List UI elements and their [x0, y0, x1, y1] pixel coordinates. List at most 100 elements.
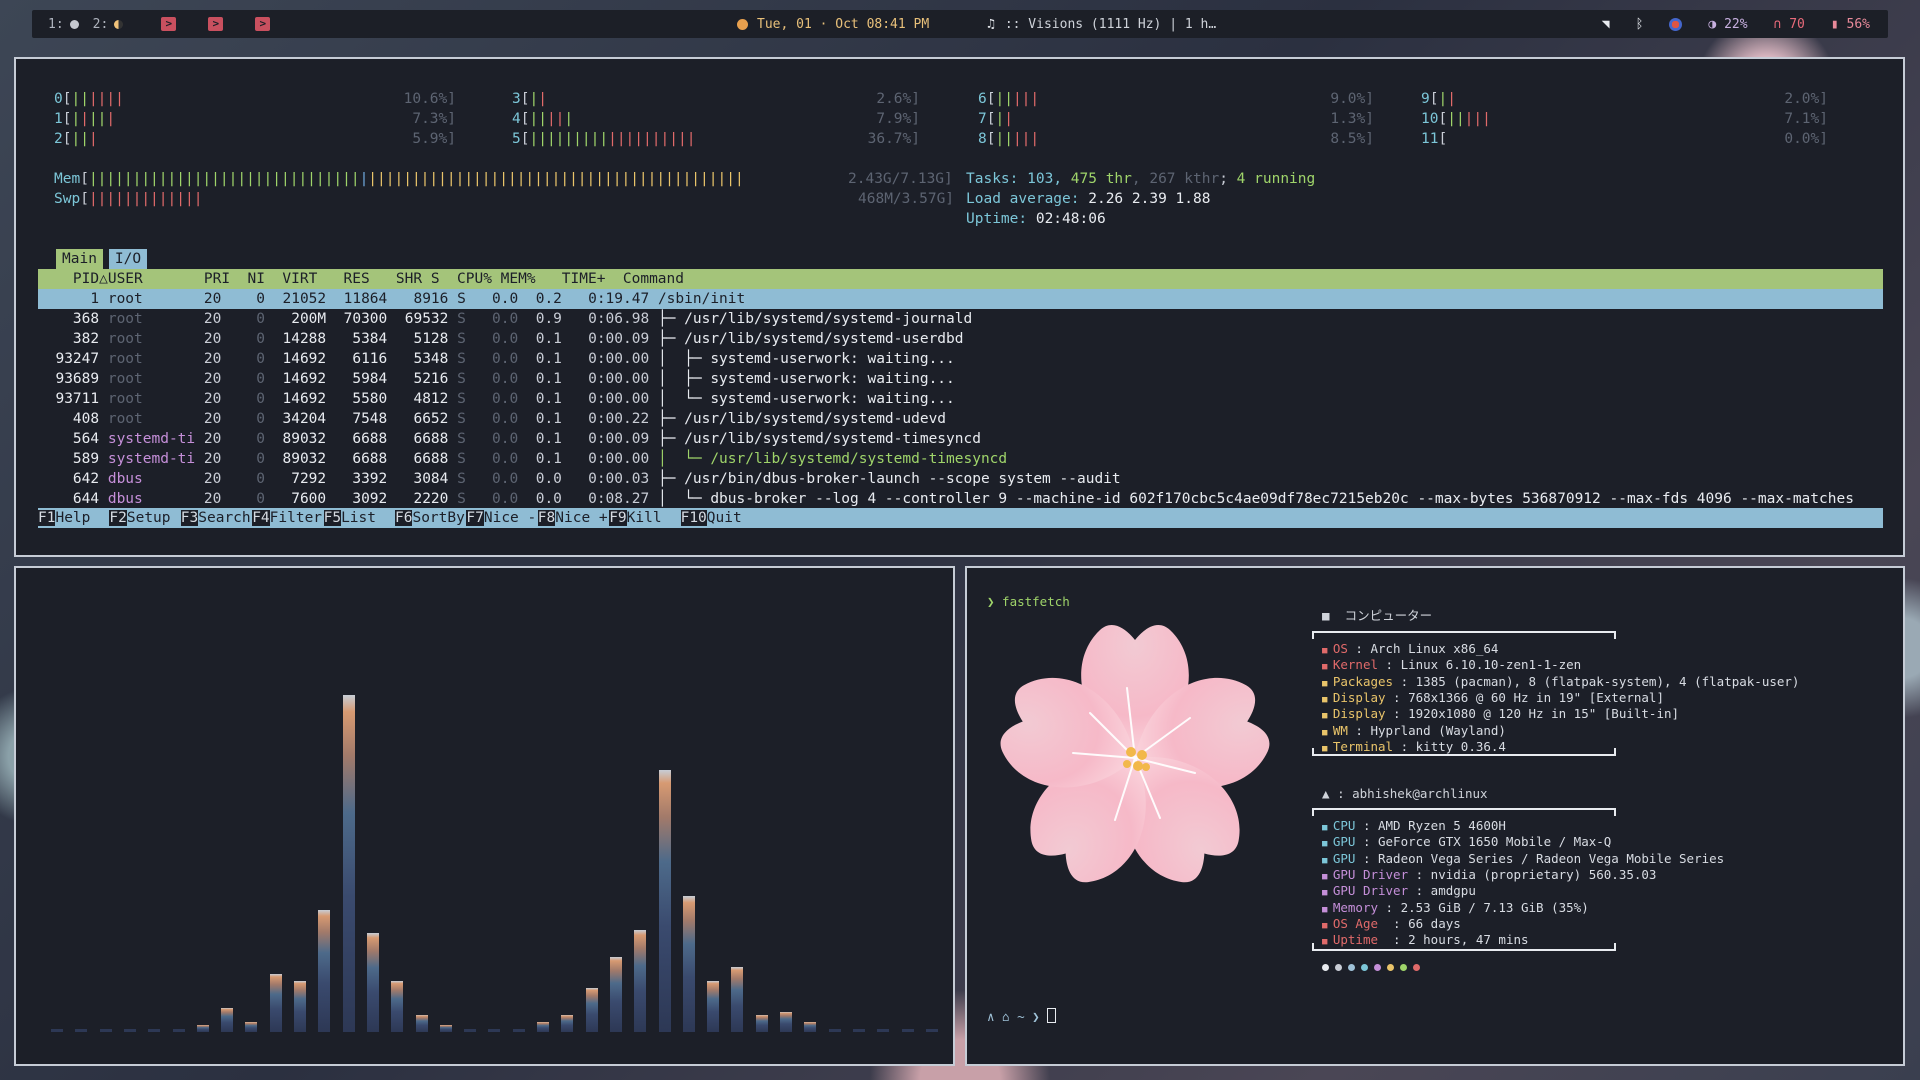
shell-prompt[interactable]: ∧ ⌂ ~ ❯	[987, 1008, 1057, 1024]
spectrum-bar	[269, 974, 282, 1032]
cell-res: 5580	[334, 391, 388, 407]
fkey-label: F9	[609, 510, 627, 526]
terminal-icon[interactable]: >	[208, 17, 224, 31]
top-bar: 1: 2: > > > Tue, 01 · Oct 08:41 PM ♫:: V…	[32, 10, 1888, 38]
user-host: ▲ : abhishek@archlinux	[1322, 786, 1488, 801]
cursor	[1047, 1008, 1057, 1023]
cpu-percent: 1.3%]	[1330, 111, 1374, 127]
spectrum-bar	[828, 1028, 841, 1032]
brightness-widget[interactable]: ◑ 22%	[1708, 17, 1747, 32]
info-value: : AMD Ryzen 5 4600H	[1355, 818, 1506, 833]
terminal-icon[interactable]: >	[161, 17, 177, 31]
process-table-header[interactable]: PID△USER PRI NI VIRT RES SHR S CPU% MEM%…	[38, 269, 1883, 289]
media-widget[interactable]: ♫:: Visions (1111 Hz) | 1 h…	[987, 10, 1216, 38]
cell-cpu: 0.0	[474, 411, 519, 427]
fkey-f6[interactable]: F6SortBy	[395, 508, 465, 528]
bluetooth-icon[interactable]: ᛒ	[1636, 17, 1644, 32]
volume-widget[interactable]: ∩ 70	[1774, 17, 1805, 32]
mem-meter: Mem[||||||||||||||||||||||||||||||||||||…	[54, 171, 744, 187]
cell-ni: 0	[230, 331, 266, 347]
info-icon: ■	[1322, 646, 1333, 656]
cell-mem: 0.1	[526, 451, 562, 467]
fkey-f5[interactable]: F5List	[323, 508, 394, 528]
cpu-bar: |||||	[1447, 111, 1491, 127]
spectrum-bar	[488, 1028, 501, 1032]
info-value: : 768x1366 @ 60 Hz in 19" [External]	[1385, 689, 1664, 705]
table-row[interactable]: 1 root 20 0 21052 11864 8916 S 0.0 0.2 0…	[38, 289, 745, 309]
table-row[interactable]: 644 dbus 20 0 7600 3092 2220 S 0.0 0.0 0…	[38, 489, 1854, 509]
fkey-action: Kill	[626, 510, 680, 526]
fastfetch-window[interactable]: ❯ fastfetch ■ コンピューター ■ OS : Arch Linux …	[965, 566, 1905, 1066]
spectrum-bar	[245, 1021, 258, 1032]
cell-time: 0:08.27	[570, 491, 650, 507]
cell-mem: 0.9	[526, 311, 562, 327]
fkey-f10[interactable]: F10Quit	[680, 508, 742, 528]
table-row[interactable]: 564 systemd-ti 20 0 89032 6688 6688 S 0.…	[38, 429, 981, 449]
clock[interactable]: Tue, 01 · Oct 08:41 PM	[737, 10, 929, 38]
fkey-f9[interactable]: F9Kill	[609, 508, 679, 528]
spectrum-bar	[172, 1028, 185, 1032]
table-row[interactable]: 93689 root 20 0 14692 5984 5216 S 0.0 0.…	[38, 369, 954, 389]
battery-icon: ▮	[1830, 16, 1839, 32]
cpu-meter: 5[|||||||||||||||||||	[512, 131, 696, 147]
table-row[interactable]: 93247 root 20 0 14692 6116 5348 S 0.0 0.…	[38, 349, 954, 369]
table-row[interactable]: 642 dbus 20 0 7292 3392 3084 S 0.0 0.0 0…	[38, 469, 1121, 489]
table-row[interactable]: 368 root 20 0 200M 70300 69532 S 0.0 0.9…	[38, 309, 972, 329]
info-key: GPU Driver	[1332, 866, 1409, 882]
table-row[interactable]: 589 systemd-ti 20 0 89032 6688 6688 S 0.…	[38, 449, 1007, 469]
spectrum-bar	[415, 1015, 428, 1032]
cell-ni: 0	[230, 391, 266, 407]
cell-pri: 20	[203, 451, 222, 467]
cell-pid: 408	[38, 411, 100, 427]
cell-cmd: /sbin/init	[657, 291, 746, 307]
tasks-line: Tasks: 103, 475 thr, 267 kthr; 4 running	[966, 171, 1316, 187]
avatar[interactable]	[1669, 17, 1683, 31]
info-row: ■ CPU : AMD Ryzen 5 4600H	[1322, 818, 1506, 834]
cell-res: 5384	[334, 331, 388, 347]
tab-main[interactable]: Main	[56, 249, 103, 269]
cell-mem: 0.1	[526, 351, 562, 367]
cava-visualizer-window[interactable]	[14, 566, 955, 1066]
cell-cpu: 0.0	[474, 371, 519, 387]
cell-time: 0:00.09	[570, 331, 650, 347]
table-row[interactable]: 408 root 20 0 34204 7548 6652 S 0.0 0.1 …	[38, 409, 946, 429]
info-row: ■ OS Age : 66 days	[1322, 916, 1461, 932]
frame-top	[1312, 808, 1616, 816]
info-icon: ■	[1322, 711, 1333, 722]
cell-user: root	[107, 331, 196, 347]
fkey-f8[interactable]: F8Nice +	[537, 508, 608, 528]
cell-res: 6688	[334, 431, 388, 447]
table-row[interactable]: 382 root 20 0 14288 5384 5128 S 0.0 0.1 …	[38, 329, 964, 349]
cell-shr: 6688	[396, 431, 449, 447]
cell-cpu: 0.0	[474, 351, 519, 367]
workspace-2[interactable]: 2:	[93, 17, 124, 32]
spectrum-bar	[196, 1025, 209, 1032]
cell-mem: 0.1	[526, 331, 562, 347]
fkey-f7[interactable]: F7Nice -	[466, 508, 536, 528]
cell-shr: 2220	[396, 491, 449, 507]
htop-window[interactable]: 0[|||||| 10.6%] 1[||||| 7.3%] 2[||| 5.9%] 3[||…	[14, 57, 1905, 557]
workspace-1[interactable]: 1:	[48, 17, 79, 32]
cell-cmd: │ └─ systemd-userwork: waiting...	[657, 391, 955, 407]
cell-pid: 589	[38, 451, 100, 467]
cell-virt: 34204	[273, 411, 327, 427]
cell-pri: 20	[203, 411, 222, 427]
battery-widget[interactable]: ▮ 56%	[1831, 17, 1870, 32]
terminal-icon[interactable]: >	[255, 17, 271, 31]
wifi-icon[interactable]: ◥	[1602, 17, 1610, 32]
info-key: Display	[1332, 706, 1386, 722]
cpu-meter: 10[|||||	[1421, 111, 1491, 127]
cell-s: S	[457, 471, 466, 487]
info-key: GPU	[1332, 834, 1356, 850]
cell-user: root	[107, 411, 196, 427]
fkey-f1[interactable]: F1Help	[38, 508, 108, 528]
table-row[interactable]: 93711 root 20 0 14692 5580 4812 S 0.0 0.…	[38, 389, 955, 409]
cell-time: 0:00.09	[570, 431, 650, 447]
cpu-meter: 3[||	[512, 91, 547, 107]
fkey-f3[interactable]: F3Search	[180, 508, 251, 528]
fkey-f4[interactable]: F4Filter	[252, 508, 322, 528]
fkey-f2[interactable]: F2Setup	[109, 508, 179, 528]
tab-io[interactable]: I/O	[108, 249, 148, 269]
cpu-meter: 0[||||||	[54, 91, 124, 107]
cpu-meter: 9[||	[1421, 91, 1456, 107]
